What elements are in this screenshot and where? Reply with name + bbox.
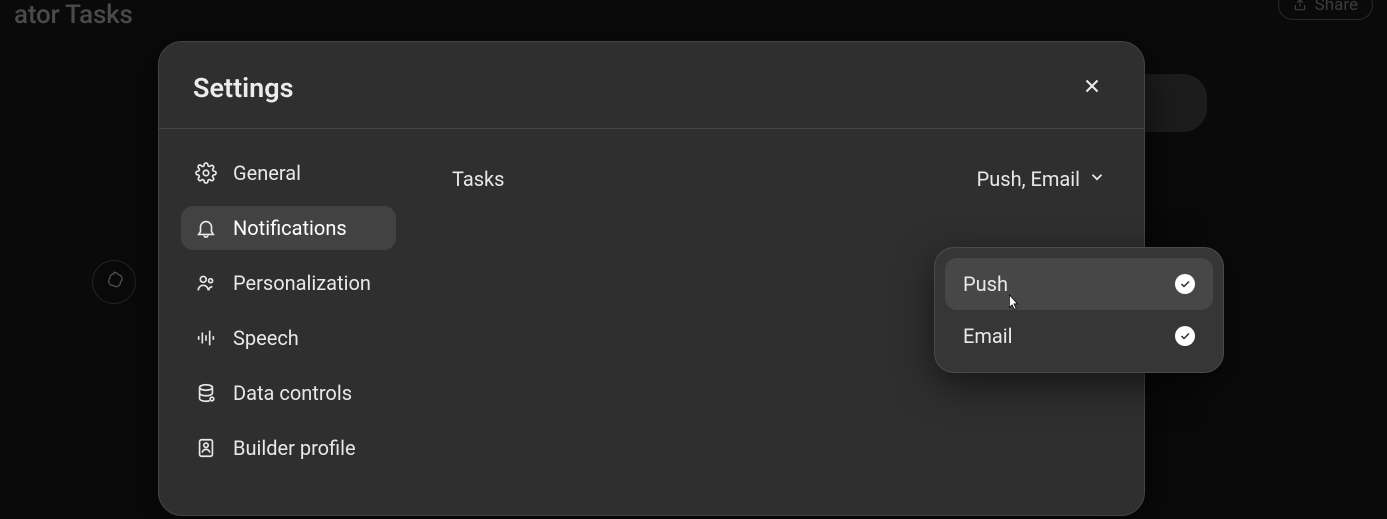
close-icon — [1081, 75, 1103, 101]
database-icon — [195, 382, 217, 404]
bell-icon — [195, 217, 217, 239]
sidebar-item-notifications[interactable]: Notifications — [181, 206, 396, 250]
sidebar-item-data-controls[interactable]: Data controls — [181, 371, 396, 415]
sidebar-item-label: Notifications — [233, 218, 347, 238]
sidebar-item-label: General — [233, 163, 301, 183]
breadcrumb: ator Tasks — [14, 0, 133, 30]
modal-header: Settings — [159, 42, 1144, 129]
dropdown-option-push[interactable]: Push — [945, 258, 1213, 310]
waveform-icon — [195, 327, 217, 349]
setting-row-tasks: Tasks Push, Email — [452, 163, 1108, 195]
share-button[interactable]: Share — [1278, 0, 1373, 20]
share-label: Share — [1315, 0, 1358, 15]
tasks-dropdown-menu: Push Email — [934, 247, 1224, 373]
sidebar-item-speech[interactable]: Speech — [181, 316, 396, 360]
dropdown-option-label: Email — [963, 324, 1013, 348]
chevron-down-icon — [1088, 167, 1106, 191]
background-header: ator Tasks Share — [0, 0, 1387, 36]
sidebar-item-label: Builder profile — [233, 438, 356, 458]
check-icon — [1175, 274, 1195, 294]
check-icon — [1175, 326, 1195, 346]
tasks-dropdown-trigger[interactable]: Push, Email — [975, 163, 1108, 195]
modal-title: Settings — [193, 72, 294, 104]
profile-card-icon — [195, 437, 217, 459]
sidebar-item-builder-profile[interactable]: Builder profile — [181, 426, 396, 470]
gear-icon — [195, 162, 217, 184]
sidebar-item-label: Speech — [233, 328, 299, 348]
assistant-avatar — [92, 260, 136, 304]
sidebar-item-label: Data controls — [233, 383, 352, 403]
openai-logo-icon — [103, 269, 125, 295]
sidebar-item-label: Personalization — [233, 273, 371, 293]
sidebar-item-personalization[interactable]: Personalization — [181, 261, 396, 305]
setting-row-label: Tasks — [452, 167, 505, 191]
settings-sidebar: General Notifications Personalization Sp… — [159, 129, 418, 515]
dropdown-option-email[interactable]: Email — [945, 310, 1213, 362]
sidebar-item-general[interactable]: General — [181, 151, 396, 195]
people-icon — [195, 272, 217, 294]
close-button[interactable] — [1074, 70, 1110, 106]
dropdown-selected-value: Push, Email — [977, 167, 1080, 191]
dropdown-option-label: Push — [963, 272, 1008, 296]
